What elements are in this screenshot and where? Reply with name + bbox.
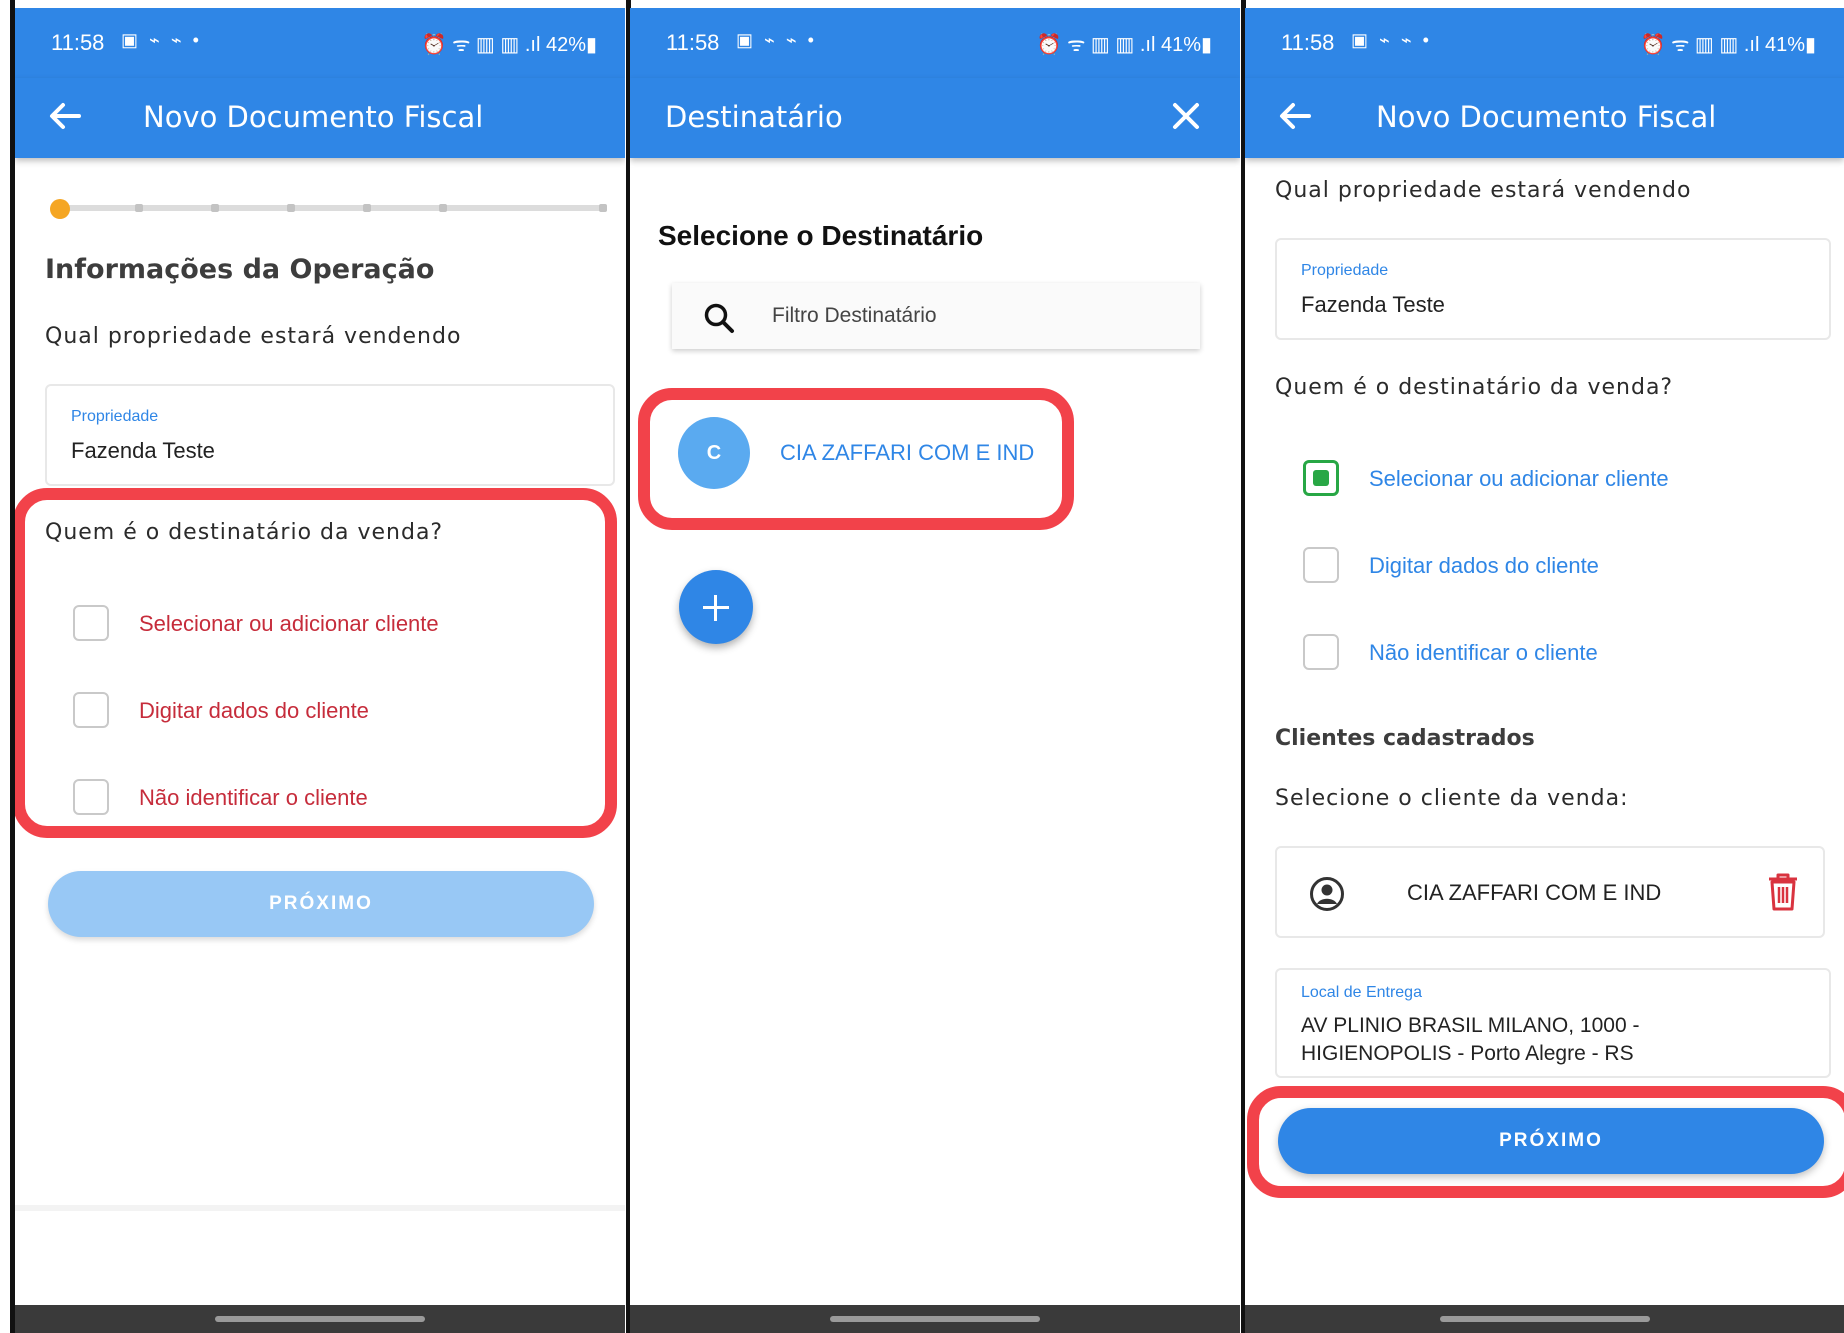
delivery-address-line2: HIGIENOPOLIS - Porto Alegre - RS: [1301, 1042, 1634, 1065]
select-client-checkbox-checked[interactable]: [1303, 460, 1339, 496]
system-nav-bar: [15, 1305, 625, 1333]
property-field[interactable]: Propriedade Fazenda Teste: [45, 384, 615, 486]
next-button[interactable]: PRÓXIMO: [1278, 1108, 1824, 1174]
page-title: Novo Documento Fiscal: [143, 100, 484, 134]
notification-icons: ▣ ⌁ ⌁ •: [736, 30, 817, 50]
system-nav-bar: [630, 1305, 1240, 1333]
select-recipient-heading: Selecione o Destinatário: [658, 220, 984, 251]
status-time: 11:58: [51, 30, 105, 55]
screen-operation-info-filled: 11:58 ▣ ⌁ ⌁ • ⏰ ᯤ ▥ ▥ .ıl 41%▮ Novo Docu…: [1245, 8, 1844, 1333]
type-client-data-checkbox[interactable]: [1303, 547, 1339, 583]
property-field-label: Propriedade: [1301, 262, 1389, 279]
property-question: Qual propriedade estará vendendo: [45, 324, 462, 349]
home-gesture-bar[interactable]: [1439, 1316, 1650, 1322]
current-step-indicator: [50, 199, 70, 219]
trash-icon[interactable]: [1765, 870, 1801, 912]
delivery-location-label: Local de Entrega: [1301, 984, 1422, 1001]
screen-operation-info: 11:58 ▣ ⌁ ⌁ • ⏰ ᯤ ▥ ▥ .ıl 42%▮ Novo Docu…: [15, 8, 625, 1333]
system-status-icons: ⏰ ᯤ ▥ ▥ .ıl 42%▮: [421, 34, 597, 56]
status-bar: 11:58 ▣ ⌁ ⌁ • ⏰ ᯤ ▥ ▥ .ıl 42%▮: [15, 8, 625, 78]
property-field-label: Propriedade: [71, 408, 159, 425]
step-dot: [135, 204, 143, 212]
system-nav-bar: [1245, 1305, 1844, 1333]
close-icon[interactable]: [1166, 96, 1206, 136]
system-status-icons: ⏰ ᯤ ▥ ▥ .ıl 41%▮: [1036, 34, 1212, 56]
property-field-value: Fazenda Teste: [71, 438, 215, 463]
select-client-option-label[interactable]: Selecionar ou adicionar cliente: [1369, 466, 1669, 492]
annotation-highlight: [638, 388, 1074, 530]
home-gesture-bar[interactable]: [215, 1316, 425, 1322]
no-identify-client-checkbox[interactable]: [1303, 634, 1339, 670]
type-client-data-option-label[interactable]: Digitar dados do cliente: [1369, 553, 1599, 579]
add-recipient-button[interactable]: [679, 570, 753, 644]
annotation-highlight: [15, 488, 617, 838]
step-dot: [211, 204, 219, 212]
next-button-disabled[interactable]: PRÓXIMO: [48, 871, 594, 937]
page-title: Destinatário: [665, 100, 843, 134]
app-bar: Destinatário: [630, 78, 1240, 158]
status-time: 11:58: [1281, 30, 1335, 55]
section-heading: Informações da Operação: [45, 254, 435, 285]
step-progress-bar: [55, 204, 607, 212]
property-field-value: Fazenda Teste: [1301, 292, 1445, 317]
step-dot: [439, 204, 447, 212]
step-dot: [599, 204, 607, 212]
search-icon: [704, 303, 734, 333]
step-dot: [363, 204, 371, 212]
page-title: Novo Documento Fiscal: [1376, 100, 1717, 134]
property-question: Qual propriedade estará vendendo: [1275, 178, 1692, 203]
step-dot: [287, 204, 295, 212]
selected-client-card[interactable]: CIA ZAFFARI COM E IND: [1275, 846, 1825, 938]
recipient-question: Quem é o destinatário da venda?: [1275, 375, 1674, 400]
property-field[interactable]: Propriedade Fazenda Teste: [1275, 238, 1831, 340]
app-bar: Novo Documento Fiscal: [15, 78, 625, 158]
no-identify-client-option-label[interactable]: Não identificar o cliente: [1369, 640, 1598, 666]
screen-recipient-select: 11:58 ▣ ⌁ ⌁ • ⏰ ᯤ ▥ ▥ .ıl 41%▮ Destinatá…: [630, 8, 1240, 1333]
app-bar: Novo Documento Fiscal: [1245, 78, 1844, 158]
select-client-prompt: Selecione o cliente da venda:: [1275, 786, 1629, 811]
back-arrow-icon[interactable]: [1275, 96, 1315, 136]
registered-clients-heading: Clientes cadastrados: [1275, 726, 1535, 751]
search-placeholder: Filtro Destinatário: [772, 304, 937, 327]
system-status-icons: ⏰ ᯤ ▥ ▥ .ıl 41%▮: [1640, 34, 1816, 56]
selected-client-name: CIA ZAFFARI COM E IND: [1407, 880, 1662, 905]
delivery-address-line1: AV PLINIO BRASIL MILANO, 1000 -: [1301, 1014, 1640, 1037]
status-bar: 11:58 ▣ ⌁ ⌁ • ⏰ ᯤ ▥ ▥ .ıl 41%▮: [1245, 8, 1844, 78]
status-bar: 11:58 ▣ ⌁ ⌁ • ⏰ ᯤ ▥ ▥ .ıl 41%▮: [630, 8, 1240, 78]
delivery-location-field[interactable]: Local de Entrega AV PLINIO BRASIL MILANO…: [1275, 968, 1831, 1078]
notification-icons: ▣ ⌁ ⌁ •: [121, 30, 202, 50]
notification-icons: ▣ ⌁ ⌁ •: [1351, 30, 1432, 50]
status-time: 11:58: [666, 30, 720, 55]
recipient-search-input[interactable]: Filtro Destinatário: [672, 283, 1200, 349]
back-arrow-icon[interactable]: [45, 96, 85, 136]
home-gesture-bar[interactable]: [830, 1316, 1040, 1322]
bottom-area: [15, 1205, 625, 1305]
user-circle-icon: [1310, 877, 1344, 911]
